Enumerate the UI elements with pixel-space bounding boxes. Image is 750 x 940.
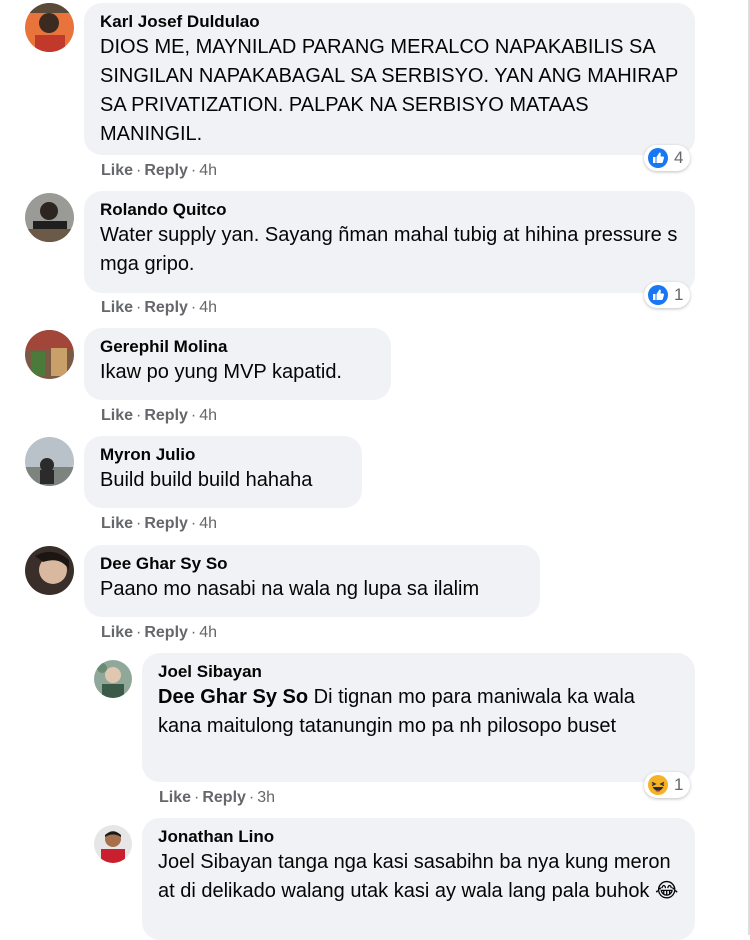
comment-author[interactable]: Gerephil Molina	[100, 336, 377, 358]
comment-bubble: Karl Josef Duldulao DIOS ME, MAYNILAD PA…	[84, 3, 695, 155]
separator-dot: ·	[194, 789, 200, 806]
avatar[interactable]	[25, 193, 74, 242]
reply-button[interactable]: Reply	[144, 299, 188, 316]
like-button[interactable]: Like	[101, 299, 133, 316]
separator-dot: ·	[190, 624, 197, 641]
avatar[interactable]	[94, 660, 132, 698]
like-reaction-icon	[647, 147, 669, 169]
avatar[interactable]	[25, 330, 74, 379]
reply-author[interactable]: Joel Sibayan	[158, 661, 681, 683]
reply-bubble: Joel Sibayan Dee Ghar Sy So Di tignan mo…	[142, 653, 695, 782]
timestamp[interactable]: 4h	[199, 407, 217, 424]
like-button[interactable]: Like	[101, 515, 133, 532]
comment-bubble: Myron Julio Build build build hahaha	[84, 436, 362, 508]
comment-actions: Like · Reply · 4h	[101, 161, 217, 181]
separator-dot: ·	[136, 624, 142, 641]
timestamp[interactable]: 4h	[199, 299, 217, 316]
comment-actions: Like · Reply · 4h	[101, 406, 217, 426]
reply-button[interactable]: Reply	[144, 515, 188, 532]
reply-button[interactable]: Reply	[144, 162, 188, 179]
comment-text: Ikaw po yung MVP kapatid.	[100, 361, 342, 383]
reply-button[interactable]: Reply	[144, 624, 188, 641]
comment-author[interactable]: Dee Ghar Sy So	[100, 553, 526, 575]
reply-actions: Like · Reply · 3h	[159, 788, 275, 808]
comment-actions: Like · Reply · 4h	[101, 298, 217, 318]
like-reaction-icon	[647, 284, 669, 306]
reply-text: Dee Ghar Sy So Di tignan mo para maniwal…	[158, 683, 681, 741]
comment-text: Water supply yan. Sayang ñman mahal tubi…	[100, 224, 678, 275]
comment-text: DIOS ME, MAYNILAD PARANG MERALCO NAPAKAB…	[100, 36, 678, 145]
reply-button[interactable]: Reply	[202, 789, 246, 806]
reaction-count-value: 4	[674, 148, 684, 167]
like-button[interactable]: Like	[101, 624, 133, 641]
comment-text: Build build build hahaha	[100, 469, 313, 491]
reaction-count-value: 1	[674, 775, 684, 794]
reaction-count[interactable]: 1	[644, 772, 690, 798]
reply-text-body: Joel Sibayan tanga nga kasi sasabihn ba …	[158, 851, 671, 902]
like-button[interactable]: Like	[101, 407, 133, 424]
timestamp[interactable]: 3h	[257, 789, 275, 806]
separator-dot: ·	[190, 299, 197, 316]
timestamp[interactable]: 4h	[199, 515, 217, 532]
avatar[interactable]	[25, 437, 74, 486]
avatar[interactable]	[25, 546, 74, 595]
separator-dot: ·	[136, 162, 142, 179]
like-button[interactable]: Like	[101, 162, 133, 179]
reply-text: Joel Sibayan tanga nga kasi sasabihn ba …	[158, 848, 681, 906]
comment-bubble: Rolando Quitco Water supply yan. Sayang …	[84, 191, 695, 293]
comment-actions: Like · Reply · 4h	[101, 623, 217, 643]
separator-dot: ·	[136, 515, 142, 532]
reply-bubble: Jonathan Lino Joel Sibayan tanga nga kas…	[142, 818, 695, 940]
like-button[interactable]: Like	[159, 789, 191, 806]
reply-button[interactable]: Reply	[144, 407, 188, 424]
comment-bubble: Gerephil Molina Ikaw po yung MVP kapatid…	[84, 328, 391, 400]
tears-of-joy-emoji-icon: 😂	[655, 880, 679, 902]
haha-reaction-icon	[647, 774, 669, 796]
comment-author[interactable]: Karl Josef Duldulao	[100, 11, 681, 33]
comment-actions: Like · Reply · 4h	[101, 514, 217, 534]
comment-text: Paano mo nasabi na wala ng lupa sa ilali…	[100, 578, 480, 600]
mention-link[interactable]: Dee Ghar Sy So	[158, 686, 308, 708]
reply-author[interactable]: Jonathan Lino	[158, 826, 681, 848]
timestamp[interactable]: 4h	[199, 162, 217, 179]
avatar[interactable]	[25, 3, 74, 52]
separator-dot: ·	[136, 299, 142, 316]
comment-author[interactable]: Rolando Quitco	[100, 199, 681, 221]
separator-dot: ·	[190, 407, 197, 424]
separator-dot: ·	[190, 515, 197, 532]
separator-dot: ·	[190, 162, 197, 179]
comment-author[interactable]: Myron Julio	[100, 444, 348, 466]
reaction-count[interactable]: 1	[644, 282, 690, 308]
comment-bubble: Dee Ghar Sy So Paano mo nasabi na wala n…	[84, 545, 540, 617]
reaction-count-value: 1	[674, 285, 684, 304]
separator-dot: ·	[248, 789, 255, 806]
reaction-count[interactable]: 4	[644, 145, 690, 171]
separator-dot: ·	[136, 407, 142, 424]
avatar[interactable]	[94, 825, 132, 863]
timestamp[interactable]: 4h	[199, 624, 217, 641]
